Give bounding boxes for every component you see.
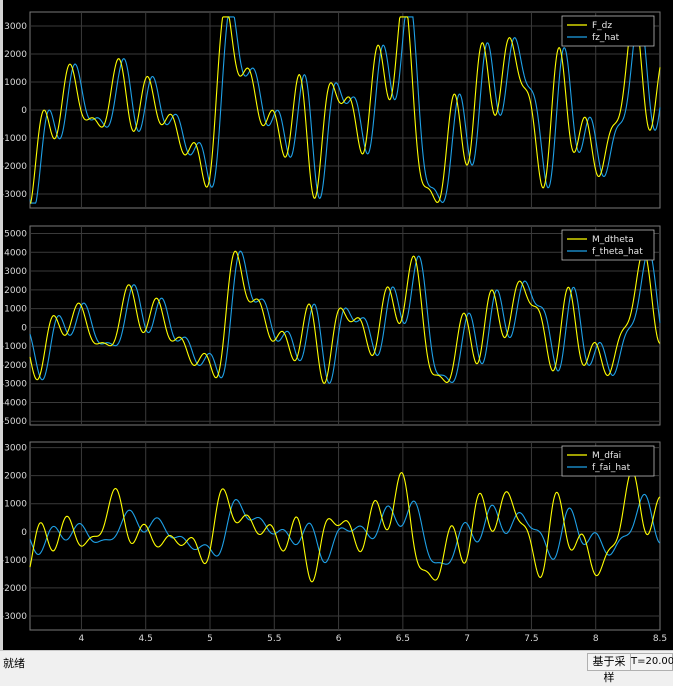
y-tick-label: -4000 [1, 398, 27, 408]
legend-label: fz_hat [592, 33, 620, 43]
x-tick-label: 7.5 [524, 634, 538, 644]
status-text: 就绪 [3, 657, 25, 670]
y-tick-label: 3000 [4, 22, 27, 32]
y-tick-label: -1000 [1, 556, 27, 566]
subplot-3: -3000 -2000 -1000 0 1000 2000 3000 4 4.5 5 5.5 6 6.5… [1, 441, 667, 644]
x-tick-label: 4.5 [139, 634, 153, 644]
legend: M_dfai f_fai_hat [561, 445, 655, 477]
y-tick-label: 2000 [4, 50, 27, 60]
legend-label: M_dfai [592, 451, 621, 461]
y-tick-label: 1000 [4, 500, 27, 510]
window-edge [0, 0, 3, 650]
y-tick-label: -1000 [1, 342, 27, 352]
x-tick-label: 5 [207, 634, 213, 644]
legend: M_dtheta f_theta_hat [561, 229, 655, 261]
y-tick-label: 0 [21, 106, 27, 116]
x-tick-label: 4 [79, 634, 85, 644]
x-tick-label: 8 [593, 634, 599, 644]
y-tick-label: 0 [21, 323, 27, 333]
y-tick-label: 5000 [4, 230, 27, 240]
x-tick-label: 5.5 [267, 634, 281, 644]
scope-window: -3000 -2000 -1000 0 1000 2000 3000 F_dz fz_hat -5… [0, 0, 673, 650]
subplot-1: -3000 -2000 -1000 0 1000 2000 3000 F_dz fz_hat [1, 11, 661, 209]
y-tick-label: -3000 [1, 612, 27, 622]
sim-time-indicator: T=20.000 [630, 653, 673, 671]
legend-label: F_dz [592, 21, 612, 31]
y-tick-label: -2000 [1, 361, 27, 371]
subplot-2: -5000 -4000 -3000 -2000 -1000 0 1000 2000 3000 40… [1, 225, 661, 427]
legend: F_dz fz_hat [561, 15, 655, 47]
status-bar: 就绪 基于采样 T=20.000 [0, 650, 673, 684]
x-tick-label: 7 [464, 634, 470, 644]
y-tick-label: 2000 [4, 286, 27, 296]
y-tick-label: 1000 [4, 305, 27, 315]
y-tick-label: -3000 [1, 190, 27, 200]
y-tick-label: 4000 [4, 248, 27, 258]
x-tick-label: 6 [336, 634, 342, 644]
y-tick-label: -3000 [1, 380, 27, 390]
scope-plots: -3000 -2000 -1000 0 1000 2000 3000 F_dz fz_hat -5… [1, 11, 667, 644]
sample-mode-indicator: 基于采样 [587, 653, 631, 684]
legend-label: f_theta_hat [592, 247, 643, 257]
x-tick-label: 8.5 [653, 634, 667, 644]
y-tick-label: 2000 [4, 472, 27, 482]
x-tick-label: 6.5 [396, 634, 410, 644]
y-tick-label: -1000 [1, 134, 27, 144]
legend-label: f_fai_hat [592, 463, 631, 473]
y-tick-label: 3000 [4, 444, 27, 454]
y-tick-label: 1000 [4, 78, 27, 88]
y-tick-label: -2000 [1, 584, 27, 594]
y-tick-label: 0 [21, 528, 27, 538]
y-tick-label: -2000 [1, 162, 27, 172]
y-tick-label: -5000 [1, 417, 27, 427]
y-tick-label: 3000 [4, 267, 27, 277]
legend-label: M_dtheta [592, 235, 634, 245]
